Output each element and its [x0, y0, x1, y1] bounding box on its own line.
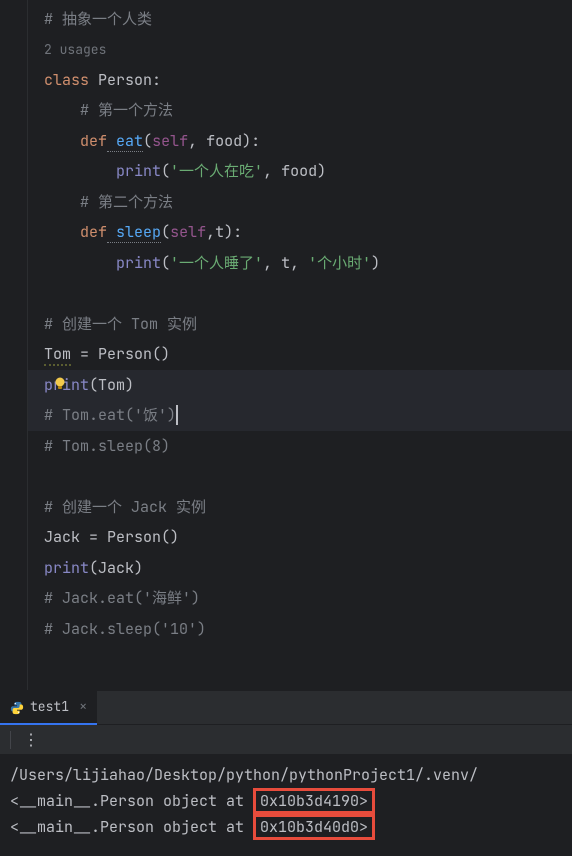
code-line: def eat(self, food): — [28, 126, 572, 157]
colon: : — [152, 70, 161, 90]
more-icon[interactable]: ⋮ — [23, 729, 39, 750]
arg: Tom — [98, 375, 125, 395]
class-ref: Person — [98, 344, 152, 364]
code-line: # Jack.sleep('10') — [28, 614, 572, 645]
comment: # Tom.eat('饭') — [44, 405, 176, 425]
code-line: print(Tom) — [28, 370, 572, 401]
editor-gutter — [0, 0, 28, 690]
comment: # 抽象一个人类 — [44, 9, 152, 29]
code-line: # Tom.sleep(8) — [28, 431, 572, 462]
keyword: def — [80, 131, 107, 151]
separator — [10, 731, 11, 749]
var-name: Jack — [44, 527, 80, 547]
keyword: class — [44, 70, 89, 90]
comment: # 第二个方法 — [80, 192, 173, 212]
run-tab-bar: test1 × — [0, 690, 572, 724]
class-ref: Person — [107, 527, 161, 547]
func-name: eat — [107, 131, 143, 152]
self-param: self — [152, 131, 188, 151]
code-line: Jack = Person() — [28, 522, 572, 553]
arg: food — [272, 161, 317, 181]
usages-hint[interactable]: 2 usages — [28, 35, 572, 65]
console-path: /Users/lijiahao/Desktop/python/pythonPro… — [10, 762, 562, 788]
arg: t — [272, 253, 290, 273]
code-line: class Person: — [28, 65, 572, 96]
python-icon — [10, 700, 24, 714]
code-line: print('一个人睡了', t, '个小时') — [28, 248, 572, 279]
self-param: self — [170, 222, 206, 242]
comment: # 创建一个 Tom 实例 — [44, 314, 197, 334]
code-line-current: # Tom.eat('饭') — [28, 400, 572, 431]
console-output[interactable]: /Users/lijiahao/Desktop/python/pythonPro… — [0, 754, 572, 848]
close-icon[interactable]: × — [79, 698, 87, 716]
code-line: # 创建一个 Tom 实例 — [28, 309, 572, 340]
builtin: print — [116, 253, 161, 273]
paren: ( — [143, 131, 152, 151]
class-name: Person — [89, 70, 152, 90]
param: t — [215, 222, 224, 242]
text-cursor — [176, 405, 178, 425]
builtin: print — [116, 161, 161, 181]
builtin: print — [44, 558, 89, 578]
comment: # 第一个方法 — [80, 100, 173, 120]
console-toolbar: ⋮ — [0, 724, 572, 754]
code-line: Tom = Person() — [28, 339, 572, 370]
highlighted-address: 0x10b3d4190> — [253, 788, 375, 814]
blank-line — [28, 461, 572, 492]
code-line: # Jack.eat('海鲜') — [28, 583, 572, 614]
comment: # Tom.sleep(8) — [44, 436, 170, 456]
code-line: # 第二个方法 — [28, 187, 572, 218]
code-line: # 创建一个 Jack 实例 — [28, 492, 572, 523]
arg: Jack — [98, 558, 134, 578]
intention-bulb-icon[interactable] — [52, 376, 68, 392]
code-line: # 第一个方法 — [28, 95, 572, 126]
blank-line — [28, 278, 572, 309]
code-line: def sleep(self,t): — [28, 217, 572, 248]
string: '一个人在吃' — [170, 161, 263, 181]
console-out-line: <__main__.Person object at 0x10b3d4190> — [10, 788, 562, 814]
var-name: Tom — [44, 344, 71, 366]
keyword: def — [80, 222, 107, 242]
code-line: print('一个人在吃', food) — [28, 156, 572, 187]
func-name: sleep — [107, 222, 161, 243]
code-editor[interactable]: # 抽象一个人类 2 usages class Person: # 第一个方法 … — [0, 0, 572, 690]
string: '一个人睡了' — [170, 253, 263, 273]
comment: # Jack.eat('海鲜') — [44, 588, 200, 608]
param: food — [197, 131, 242, 151]
comment: # 创建一个 Jack 实例 — [44, 497, 206, 517]
code-line: # 抽象一个人类 — [28, 4, 572, 35]
tab-label: test1 — [30, 698, 69, 715]
console-out-line: <__main__.Person object at 0x10b3d40d0> — [10, 814, 562, 840]
highlighted-address: 0x10b3d40d0> — [253, 814, 375, 840]
comment: # Jack.sleep('10') — [44, 619, 206, 639]
string: '个小时' — [299, 253, 371, 273]
code-line: print(Jack) — [28, 553, 572, 584]
run-tab[interactable]: test1 × — [0, 691, 97, 725]
